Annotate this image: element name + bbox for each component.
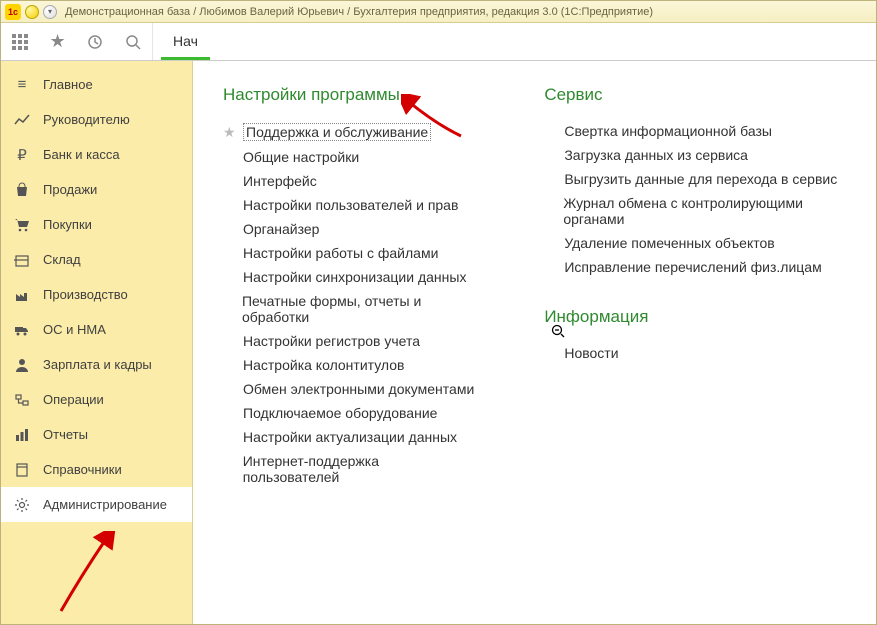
sidebar-item-label: Главное xyxy=(43,77,93,92)
sidebar-item-sales[interactable]: Продажи xyxy=(1,172,192,207)
sidebar-item-warehouse[interactable]: Склад xyxy=(1,242,192,277)
sidebar-item-hr[interactable]: Зарплата и кадры xyxy=(1,347,192,382)
link-equipment[interactable]: Подключаемое оборудование xyxy=(243,405,437,421)
link-news[interactable]: Новости xyxy=(564,345,618,361)
link-load-service[interactable]: Загрузка данных из сервиса xyxy=(564,147,748,163)
link-data-actualization[interactable]: Настройки актуализации данных xyxy=(243,429,457,445)
sidebar-item-reports[interactable]: Отчеты xyxy=(1,417,192,452)
sidebar-item-operations[interactable]: Операции xyxy=(1,382,192,417)
window-title: Демонстрационная база / Любимов Валерий … xyxy=(65,6,653,18)
section-title-service: Сервис xyxy=(544,85,846,105)
toolbar: ★ Нач xyxy=(1,23,876,61)
link-organizer[interactable]: Органайзер xyxy=(243,221,319,237)
bars-icon xyxy=(13,426,31,444)
history-icon[interactable] xyxy=(83,30,107,54)
link-exchange-journal[interactable]: Журнал обмена с контролирующими органами xyxy=(563,195,846,227)
section-title-info: Информация xyxy=(544,307,846,327)
sidebar-item-administration[interactable]: Администрирование xyxy=(1,487,192,522)
tabs: Нач xyxy=(153,23,210,60)
book-icon xyxy=(13,461,31,479)
sidebar-item-label: Покупки xyxy=(43,217,92,232)
sidebar-item-purchases[interactable]: Покупки xyxy=(1,207,192,242)
truck-icon xyxy=(13,321,31,339)
tab-start[interactable]: Нач xyxy=(161,23,210,60)
chart-line-icon xyxy=(13,111,31,129)
sidebar-item-catalogs[interactable]: Справочники xyxy=(1,452,192,487)
content: Настройки программы ★ Поддержка и обслуж… xyxy=(193,61,876,624)
person-icon xyxy=(13,356,31,374)
sidebar-item-main[interactable]: ≡ Главное xyxy=(1,67,192,102)
cart-icon xyxy=(13,216,31,234)
app-logo-icon: 1c xyxy=(5,4,21,20)
box-icon xyxy=(13,251,31,269)
factory-icon xyxy=(13,286,31,304)
star-icon[interactable]: ★ xyxy=(46,30,70,54)
sidebar-item-bank[interactable]: ₽ Банк и касса xyxy=(1,137,192,172)
sidebar-item-label: Операции xyxy=(43,392,104,407)
link-edoc-exchange[interactable]: Обмен электронными документами xyxy=(243,381,474,397)
link-export-service[interactable]: Выгрузить данные для перехода в сервис xyxy=(564,171,837,187)
link-sync[interactable]: Настройки синхронизации данных xyxy=(243,269,466,285)
settings-column: Настройки программы ★ Поддержка и обслуж… xyxy=(223,85,474,489)
link-support[interactable]: Поддержка и обслуживание xyxy=(243,123,431,141)
sidebar-item-manager[interactable]: Руководителю xyxy=(1,102,192,137)
bag-icon xyxy=(13,181,31,199)
favorite-star-icon[interactable]: ★ xyxy=(223,124,237,141)
link-row: ★ Поддержка и обслуживание xyxy=(223,119,474,145)
link-general-settings[interactable]: Общие настройки xyxy=(243,149,359,165)
sidebar: ≡ Главное Руководителю ₽ Банк и касса Пр… xyxy=(1,61,193,624)
sidebar-item-production[interactable]: Производство xyxy=(1,277,192,312)
search-icon[interactable] xyxy=(121,30,145,54)
link-db-compress[interactable]: Свертка информационной базы xyxy=(564,123,772,139)
operations-icon xyxy=(13,391,31,409)
sidebar-item-label: Отчеты xyxy=(43,427,88,442)
link-internet-support[interactable]: Интернет-поддержка пользователей xyxy=(243,453,475,485)
toolbar-icons: ★ xyxy=(1,23,153,60)
app-window: 1c ▾ Демонстрационная база / Любимов Вал… xyxy=(0,0,877,625)
ruble-icon: ₽ xyxy=(13,146,31,164)
titlebar: 1c ▾ Демонстрационная база / Любимов Вал… xyxy=(1,1,876,23)
menu-icon: ≡ xyxy=(13,76,31,94)
link-headers-footers[interactable]: Настройка колонтитулов xyxy=(243,357,404,373)
sidebar-item-label: Банк и касса xyxy=(43,147,120,162)
link-fix-transfers[interactable]: Исправление перечислений физ.лицам xyxy=(564,259,821,275)
gear-icon xyxy=(13,496,31,514)
sidebar-item-label: Справочники xyxy=(43,462,122,477)
sidebar-item-assets[interactable]: ОС и НМА xyxy=(1,312,192,347)
sidebar-item-label: Продажи xyxy=(43,182,97,197)
link-interface[interactable]: Интерфейс xyxy=(243,173,317,189)
sidebar-item-label: Руководителю xyxy=(43,112,130,127)
apps-grid-icon[interactable] xyxy=(8,30,32,54)
sidebar-item-label: Администрирование xyxy=(43,497,167,512)
link-user-rights[interactable]: Настройки пользователей и прав xyxy=(243,197,458,213)
sidebar-item-label: Склад xyxy=(43,252,81,267)
link-files[interactable]: Настройки работы с файлами xyxy=(243,245,438,261)
titlebar-dropdown-button[interactable]: ▾ xyxy=(43,5,57,19)
sidebar-item-label: Зарплата и кадры xyxy=(43,357,152,372)
link-registers[interactable]: Настройки регистров учета xyxy=(243,333,420,349)
titlebar-button-1[interactable] xyxy=(25,5,39,19)
link-delete-marked[interactable]: Удаление помеченных объектов xyxy=(564,235,774,251)
sidebar-item-label: Производство xyxy=(43,287,128,302)
body: ≡ Главное Руководителю ₽ Банк и касса Пр… xyxy=(1,61,876,624)
sidebar-item-label: ОС и НМА xyxy=(43,322,106,337)
section-title-settings: Настройки программы xyxy=(223,85,474,105)
service-column: Сервис Свертка информационной базы Загру… xyxy=(544,85,846,489)
link-print-forms[interactable]: Печатные формы, отчеты и обработки xyxy=(242,293,474,325)
